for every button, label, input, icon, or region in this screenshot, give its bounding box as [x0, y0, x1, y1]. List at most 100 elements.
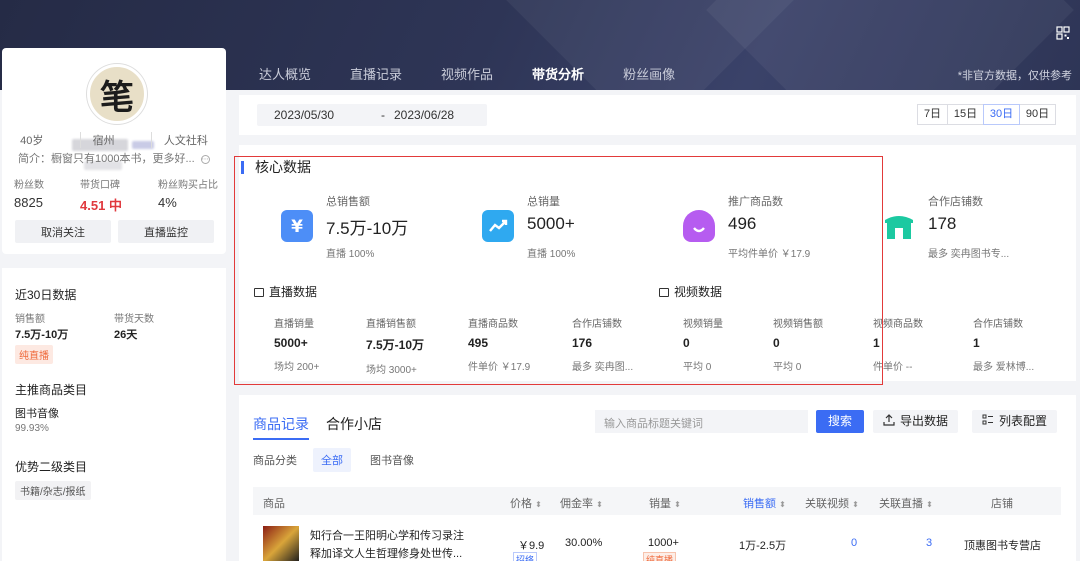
kpi-value: 7.5万-10万: [326, 219, 409, 238]
range-90d-button[interactable]: 90日: [1019, 104, 1056, 125]
date-separator: -: [381, 108, 385, 122]
lives-link[interactable]: 3: [926, 537, 932, 549]
live-metric: 合作店铺数 176 最多 奕冉图...: [572, 315, 633, 373]
sort-icon: ⬍: [779, 500, 786, 509]
fans-stat: 粉丝数 8825: [14, 176, 44, 214]
core-data-title: 核心数据: [241, 160, 311, 174]
search-button[interactable]: 搜索: [816, 410, 864, 433]
table-header: 商品 价格 ⬍ 佣金率 ⬍ 销量 ⬍ 销售额 ⬍ 关联视频 ⬍ 关联直播 ⬍ 店…: [253, 487, 1061, 515]
product-title-line2[interactable]: 释加译文人生哲理修身处世传...: [310, 545, 462, 561]
live-data-title: 直播数据: [269, 285, 318, 299]
tab-videos[interactable]: 视频作品: [441, 64, 493, 83]
col-label: 佣金率: [560, 498, 593, 510]
avatar[interactable]: 笔: [87, 64, 147, 124]
metric-value: 495: [468, 336, 489, 350]
kpi-sub: 直播 100%: [527, 249, 576, 260]
col-label: 关联直播: [879, 498, 923, 510]
tab-live-records[interactable]: 直播记录: [350, 64, 402, 83]
col-label: 价格: [510, 498, 532, 510]
main-category-title: 主推商品类目: [15, 383, 88, 397]
metric-value: 1: [973, 336, 980, 350]
kpi-sub: 直播 100%: [326, 249, 375, 260]
kpi-label: 总销量: [527, 196, 560, 208]
price-tag: 招络: [513, 552, 538, 561]
sort-icon: ⬍: [926, 500, 933, 509]
col-commission[interactable]: 佣金率 ⬍: [560, 495, 603, 511]
kpi-label: 推广商品数: [728, 196, 783, 208]
range-30d-button[interactable]: 30日: [983, 104, 1020, 125]
range-7d-button[interactable]: 7日: [917, 104, 948, 125]
metric-value: 176: [572, 336, 593, 350]
metric-sub: 件单价 ￥17.9: [468, 362, 531, 373]
shop-name[interactable]: 顶惠图书专营店: [964, 537, 1041, 553]
metric-label: 视频销量: [683, 319, 723, 330]
tab-sales-analysis[interactable]: 带货分析: [532, 64, 584, 83]
tab-overview[interactable]: 达人概览: [259, 64, 311, 83]
videos-link[interactable]: 0: [851, 537, 857, 549]
col-product: 商品: [263, 498, 285, 510]
tab-partner-shops[interactable]: 合作小店: [326, 414, 382, 434]
sub-category-title: 优势二级类目: [15, 460, 88, 474]
export-label: 导出数据: [900, 414, 949, 428]
price-value: ￥9.9: [518, 540, 545, 552]
metric-value: 1: [873, 336, 880, 350]
kpi-sub: 最多 奕冉图书专...: [928, 249, 1010, 260]
metric-value: 0: [683, 336, 690, 350]
col-label: 销售额: [743, 498, 776, 510]
list-config-button[interactable]: 列表配置: [972, 410, 1058, 433]
export-button[interactable]: 导出数据: [873, 410, 959, 433]
col-videos[interactable]: 关联视频 ⬍: [805, 495, 859, 511]
kpi-sub: 平均件单价 ￥17.9: [728, 249, 811, 260]
live-metric: 直播商品数 495 件单价 ￥17.9: [468, 315, 530, 373]
unfollow-button[interactable]: 取消关注: [15, 220, 111, 243]
category-books[interactable]: 图书音像: [370, 452, 414, 468]
tab-product-records[interactable]: 商品记录: [253, 414, 309, 440]
metric-label: 合作店铺数: [572, 319, 622, 330]
profile-attributes: 40岁 宿州 人文社科: [2, 132, 226, 148]
col-volume[interactable]: 销量 ⬍: [649, 495, 681, 511]
live-only-tag: 纯直播: [643, 552, 677, 561]
product-title-line1[interactable]: 知行合一王阳明心学和传习录注: [310, 527, 464, 543]
category-label: 人文社科: [150, 132, 208, 148]
reputation-stat: 带货口碑 4.51 中: [80, 176, 122, 214]
video-data-title: 视频数据: [674, 285, 723, 299]
product-thumbnail[interactable]: [263, 526, 299, 561]
kpi-label: 总销售额: [326, 196, 370, 208]
sub-category-tag: 书籍/杂志/报纸: [15, 481, 91, 500]
qrcode-icon[interactable]: [1056, 26, 1070, 40]
video-data-section: 视频数据: [659, 283, 722, 300]
video-metric: 视频销量 0 平均 0: [683, 315, 723, 373]
range-15d-button[interactable]: 15日: [947, 104, 984, 125]
metric-label: 视频销售额: [773, 319, 823, 330]
more-icon[interactable]: ⋯: [200, 154, 210, 164]
start-date: 2023/05/30: [274, 108, 335, 122]
stat-label: 带货口碑: [80, 180, 121, 191]
live-monitor-button[interactable]: 直播监控: [118, 220, 214, 243]
upload-icon: [883, 414, 895, 426]
video-metric: 合作店铺数 1 最多 爱林博...: [973, 315, 1034, 373]
col-price[interactable]: 价格 ⬍: [510, 495, 542, 511]
date-range-picker[interactable]: 2023/05/30 - 2023/06/28: [257, 104, 487, 126]
tab-fan-profile[interactable]: 粉丝画像: [623, 64, 675, 83]
live-metric: 直播销售额 7.5万-10万 场均 3000+: [366, 315, 424, 376]
col-revenue[interactable]: 销售额 ⬍: [743, 495, 786, 511]
col-lives[interactable]: 关联直播 ⬍: [879, 495, 933, 511]
video-icon: [659, 288, 669, 297]
days-value: 26天: [114, 329, 138, 341]
metric-sub: 平均 0: [683, 362, 712, 373]
metric-sub: 最多 爱林博...: [973, 362, 1035, 373]
svg-text:¥: ¥: [291, 217, 303, 237]
sort-icon: ⬍: [852, 500, 859, 509]
recent-30-title: 近30日数据: [15, 288, 77, 302]
stat-label: 粉丝购买占比: [157, 180, 218, 191]
revenue-value: 1万-2.5万: [739, 540, 787, 552]
table-row[interactable]: 知行合一王阳明心学和传习录注 释加译文人生哲理修身处世传... ￥9.9 招络 …: [253, 523, 1061, 561]
end-date: 2023/06/28: [394, 108, 455, 122]
sort-icon: ⬍: [596, 500, 603, 509]
live-data-section: 直播数据: [254, 283, 317, 300]
main-category: 图书音像: [15, 408, 59, 420]
category-all[interactable]: 全部: [313, 448, 351, 472]
search-input[interactable]: 输入商品标题关键词: [595, 410, 808, 433]
metric-sub: 最多 奕冉图...: [572, 362, 634, 373]
bag-icon: [683, 210, 715, 242]
